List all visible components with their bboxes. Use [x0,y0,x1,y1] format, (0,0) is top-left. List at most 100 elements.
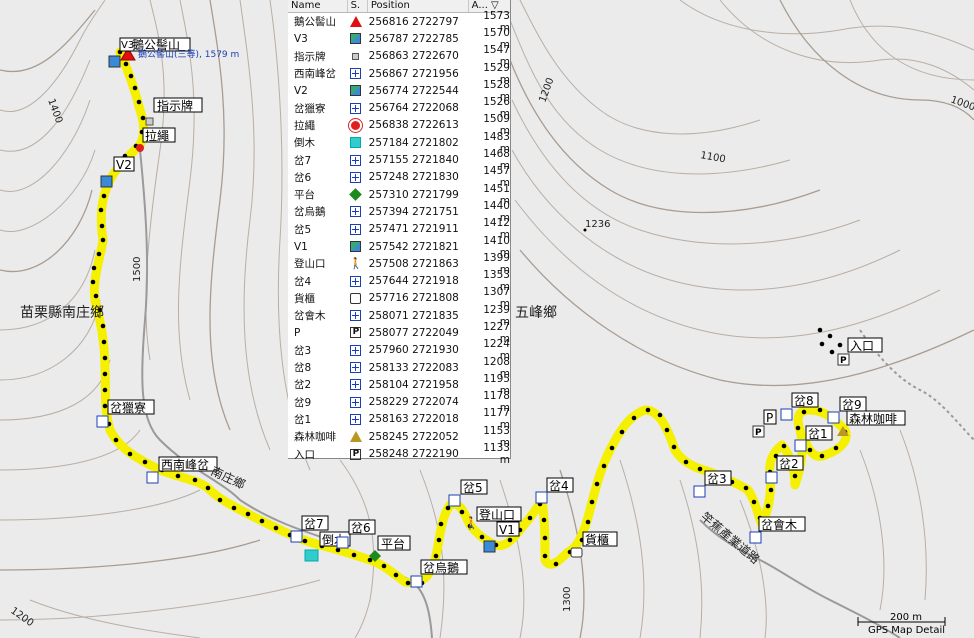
waypoint-name: 倒木 [294,137,315,150]
waypoint-position: 258229 2722074 [368,396,459,409]
waypoint-symbol-cell [347,344,364,356]
township-south-label: 南庄鄉 [209,463,248,492]
sign-map-label: 指示牌 [157,98,193,113]
waypoint-position: 257155 2721840 [368,154,459,167]
waypoint-position: 257184 2721802 [368,136,459,149]
waypoint-position: 257310 2721799 [368,188,459,201]
j9-plus-icon [827,411,840,424]
waypoint-symbol-cell [347,171,364,183]
waypoint-name: 岔會木 [294,310,326,323]
cafe-icon [349,431,362,443]
waypoint-altitude: 1133 m [483,442,510,467]
tree-icon [350,137,362,149]
j2-map-label: 岔2 [779,457,799,471]
table-body: 鵝公髻山 256816 2722797 1573 m V3 256787 2722785… [288,10,510,466]
table-row[interactable]: 入口 P 258248 2722190 1133 m [288,442,510,466]
contour-1500-label: 1500 [132,257,143,282]
trailhead-map-label: 登山口 [479,507,515,522]
j8-map-label: 岔8 [794,394,814,408]
column-name-header[interactable]: Name [288,0,348,12]
j3-plus-icon [693,485,706,498]
waypoint-name: 平台 [294,189,315,202]
v1-flag-icon [483,540,496,553]
p-icon-letter: P [755,428,762,438]
hiker-icon: 🚶 [349,257,363,271]
waypoint-symbol-cell [347,362,364,374]
waypoint-name: 岔3 [294,344,312,357]
waypoint-name: P [294,326,301,339]
waypoint-name: 登山口 [294,258,326,271]
container-icon [570,547,583,558]
junction-plus-icon [350,310,362,322]
column-symbol-header[interactable]: S. [348,0,368,12]
crow-map-label: 岔烏鵝 [423,561,459,575]
j1-map-label: 岔1 [808,427,828,441]
waypoint-symbol-cell: P [347,327,364,339]
map-detail-label: GPS Map Detail [868,625,946,636]
j6-plus-icon [336,536,349,549]
v2-map-label: V2 [116,158,132,172]
waypoint-table[interactable]: Name S. Position A... ▽ 鵝公髻山 256816 27227… [288,0,511,466]
waypoint-name: 岔5 [294,223,312,236]
waypoint-position: 258077 2722049 [368,326,459,339]
j2-plus-icon [765,471,778,484]
waypoint-position: 257716 2721808 [368,292,459,305]
junction-plus-icon [350,68,362,80]
junction-plus-icon [350,362,362,374]
junction-plus-icon [350,396,362,408]
waypoint-symbol-cell: 🚶 [347,258,364,269]
column-position-header[interactable]: Position [368,0,469,12]
waypoint-symbol-cell [347,223,364,235]
hunt-hut-map-label: 岔獵寮 [110,400,146,415]
waypoint-symbol-cell [347,292,364,304]
waypoint-name: 岔6 [294,171,312,184]
waypoint-name: V3 [294,32,308,45]
j7-map-label: 岔7 [304,517,324,531]
waypoint-symbol-cell [347,206,364,218]
j8-plus-icon [780,408,793,421]
waypoint-symbol-cell [347,310,364,322]
waypoint-name: 岔獵寮 [294,102,326,115]
j6-map-label: 岔6 [351,521,371,535]
v1-map-label: V1 [499,523,515,537]
entrance-icon-letter: P [840,356,847,366]
container-map-label: 貨櫃 [585,532,609,547]
township-east-label: 五峰鄉 [515,305,557,321]
junction-wood-map-label: 岔會木 [761,518,797,532]
junction-plus-icon [350,102,362,114]
waypoint-name: 岔烏鵝 [294,206,326,219]
waypoint-position: 256774 2722544 [368,84,459,97]
waypoint-position: 256867 2721956 [368,67,459,80]
waypoint-position: 257542 2721821 [368,240,459,253]
junction-plus-icon [350,413,362,425]
waypoint-symbol-cell [347,241,364,252]
waypoint-name: 鵝公髻山 [294,16,336,29]
waypoint-position: 256816 2722797 [368,15,459,28]
spot-height-dot [583,228,587,232]
waypoint-symbol-cell [347,33,364,45]
waypoint-name: 指示牌 [294,50,326,63]
sw-peak-plus-icon [146,471,159,484]
waypoint-symbol-cell [347,85,364,97]
waypoint-name: 岔1 [294,413,312,426]
summit-triangle-icon [349,16,362,28]
waypoint-position: 257960 2721930 [368,344,459,357]
parking-icon: P [350,327,362,339]
junction-plus-icon [350,344,362,356]
junction-plus-icon [350,206,362,218]
j3-map-label: 岔3 [707,472,727,486]
v2-flag-icon [100,175,113,188]
waypoint-position: 258248 2722190 [368,448,459,461]
waypoint-position: 257644 2721918 [368,275,459,288]
waypoint-position: 258133 2722083 [368,361,459,374]
waypoint-name: 岔7 [294,154,312,167]
j5-map-label: 岔5 [463,481,483,495]
j7-plus-icon [290,530,303,543]
waypoint-name: 岔9 [294,396,312,409]
waypoint-symbol-cell: P [347,448,364,460]
parking-icon: P [350,448,362,460]
contour-1200-ne-label: 1200 [537,76,556,104]
waypoint-symbol-cell [347,188,364,201]
waypoint-symbol-cell [347,52,364,60]
waypoint-symbol-cell [347,379,364,391]
